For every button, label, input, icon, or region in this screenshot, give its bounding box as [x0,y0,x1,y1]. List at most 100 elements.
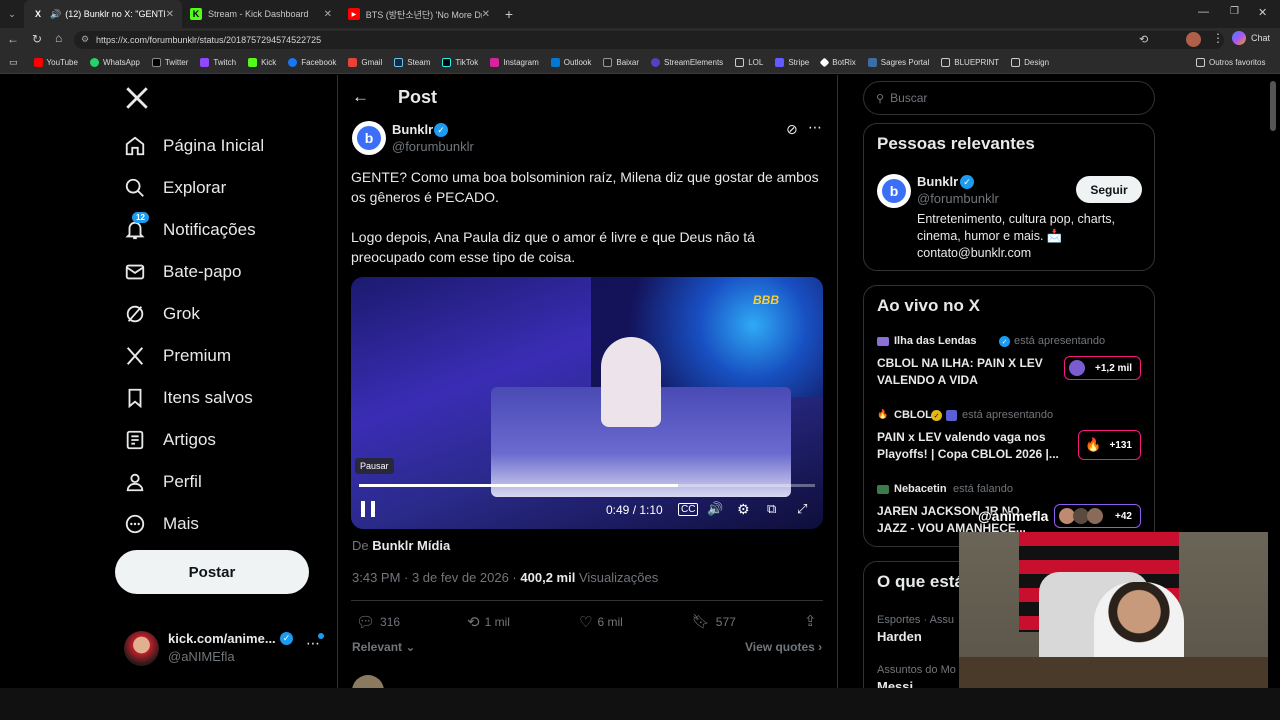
tab-close-icon[interactable]: ✕ [482,9,490,20]
streamer-tag: @animefla [978,508,1049,524]
sidebar-item-label: Página Inicial [163,136,265,155]
video-progress-track[interactable] [359,484,815,487]
sidebar-item-label: Notificações [163,220,256,239]
live-host: CBLOL [894,409,932,421]
trend-name[interactable]: Messi [877,679,913,688]
tab-list-icon[interactable]: ⌄ [0,0,24,28]
reload-icon[interactable]: ↻ [32,32,42,46]
source-link[interactable]: Bunklr Mídia [372,538,450,553]
back-icon[interactable]: ← [7,32,19,46]
new-tab-icon[interactable]: + [498,3,520,25]
live-item[interactable]: Ilha das Lendas ✓ está apresentando CBLO… [877,334,1147,394]
post-button[interactable]: Postar [115,550,309,594]
bookmark-streamelements[interactable]: StreamElements [651,58,723,67]
volume-icon[interactable]: 🔊 [707,501,723,517]
pause-icon[interactable] [361,501,375,517]
live-title: Ao vivo no X [877,296,980,315]
bookmark-stripe[interactable]: Stripe [775,58,809,67]
sidebar-item-articles[interactable]: Artigos [124,429,216,451]
bookmark-twitter[interactable]: Twitter [151,58,188,67]
bookmark-outlook[interactable]: Outlook [550,58,591,67]
verified-icon: ✓ [280,632,293,645]
sidebar-item-notifications[interactable]: 12 Notificações [124,212,256,241]
sidebar-item-home[interactable]: Página Inicial [124,135,264,157]
relevant-name[interactable]: Bunklr [917,174,958,189]
settings-icon[interactable]: ⚙ [737,501,750,518]
tab-twitter[interactable]: X 🔊 (12) Bunklr no X: "GENTE? Co ✕ [24,0,182,28]
live-item[interactable]: 🔥 CBLOL ✓ está apresentando PAIN x LEV v… [877,408,1147,468]
address-bar[interactable]: ⚙ https://x.com/forumbunklr/status/20187… [74,31,1224,49]
captions-icon[interactable]: CC [678,503,699,516]
other-bookmarks[interactable]: Outros favoritos [1196,58,1265,67]
tab-close-icon[interactable]: ✕ [166,9,174,20]
bookmark-tiktok[interactable]: TikTok [442,58,478,67]
bookmark-kick[interactable]: Kick [248,58,276,67]
page-scrollbar[interactable] [1270,81,1276,131]
more-options-icon[interactable]: ⋯ [808,119,822,136]
sidebar-item-premium[interactable]: Premium [124,345,231,367]
share-icon[interactable]: ⇪ [804,612,817,630]
search-input[interactable]: ⚲ Buscar [863,81,1155,115]
pip-icon[interactable]: ⧉ [767,501,776,517]
bookmark-gmail[interactable]: Gmail [348,58,382,67]
tab-kick[interactable]: K Stream - Kick Dashboard ✕ [182,0,340,28]
home-button-icon[interactable]: ⌂ [55,31,62,45]
profile-avatar[interactable] [1186,32,1201,47]
site-info-icon[interactable]: ⚙ [81,34,89,45]
back-arrow-icon[interactable]: ← [352,87,369,107]
media-source: De Bunklr Mídia [352,538,451,553]
notification-dot [318,633,324,639]
close-window-icon[interactable]: ✕ [1258,6,1267,19]
extensions-icon[interactable]: ⟲ [1139,33,1148,46]
bookmark-icon [124,387,146,409]
video-player[interactable]: BBB Pausar 0:49 / 1:10 CC 🔊 ⚙ ⧉ ⤢ [351,277,823,529]
sidebar-item-label: Grok [163,304,200,323]
bookmark-folder-blueprint[interactable]: BLUEPRINT [941,58,999,67]
tab-youtube[interactable]: ▶ BTS (방탄소년단) 'No More Dream ✕ [340,0,498,28]
tab-close-icon[interactable]: ✕ [324,9,332,20]
bookmark-folder-lol[interactable]: LOL [735,58,763,67]
account-switcher[interactable]: kick.com/anime... ✓ @aNIMEfla ⋯ [122,629,327,669]
follow-button[interactable]: Seguir [1076,176,1142,203]
tab-audio-icon[interactable]: 🔊 [50,9,61,20]
like-button[interactable]: ♡ 6 mil [579,613,623,631]
trend-name[interactable]: Harden [877,629,922,644]
author-name[interactable]: Bunklr [392,122,433,137]
sidebar-item-more[interactable]: Mais [124,513,199,535]
bookmark-folder-design[interactable]: Design [1011,58,1049,67]
bookmark-button[interactable]: 🔖︎ 577 [692,613,736,630]
author-handle[interactable]: @forumbunklr [392,139,474,154]
menu-dots-icon[interactable]: ⋮ [1212,31,1224,45]
chat-button[interactable]: Chat [1232,31,1270,45]
reply-button[interactable]: 💬︎ 316 [356,613,400,631]
fullscreen-icon[interactable]: ⤢ [797,501,807,517]
sidebar-item-grok[interactable]: Grok [124,303,200,325]
bookmark-sagres[interactable]: Sagres Portal [867,58,929,67]
bookmark-youtube[interactable]: YouTube [33,58,78,67]
sidebar-item-profile[interactable]: Perfil [124,471,202,493]
bookmark-facebook[interactable]: Facebook [288,58,336,67]
bookmark-whatsapp[interactable]: WhatsApp [89,58,140,67]
sidebar-item-bookmarks[interactable]: Itens salvos [124,387,253,409]
bookmark-instagram[interactable]: Instagram [490,58,539,67]
post-timestamp[interactable]: 3:43 PM · 3 de fev de 2026 · [352,570,517,585]
grok-explain-icon[interactable]: ⊘ [786,121,798,138]
bookmark-botrix[interactable]: BotRix [819,57,856,68]
view-quotes-link[interactable]: View quotes › [745,640,822,654]
repost-icon: ⟲ [467,614,480,631]
sort-dropdown[interactable]: Relevant ⌄ [352,640,415,654]
minimize-icon[interactable]: — [1198,6,1209,18]
author-avatar[interactable]: b [352,121,386,155]
bookmark-baixar[interactable]: Baixar [603,58,639,67]
x-logo-icon[interactable] [124,85,150,111]
repost-button[interactable]: ⟲ 1 mil [467,613,510,631]
sidebar-item-messages[interactable]: Bate-papo [124,261,241,283]
apps-icon[interactable]: ▭ [9,57,18,68]
left-divider [337,75,338,688]
relevant-avatar[interactable]: b [877,174,911,208]
sidebar-item-explore[interactable]: Explorar [124,177,226,199]
verified-gold-icon: ✓ [931,410,942,421]
restore-icon[interactable]: ❐ [1230,6,1239,17]
bookmark-twitch[interactable]: Twitch [200,58,236,67]
bookmark-steam[interactable]: Steam [394,58,430,67]
